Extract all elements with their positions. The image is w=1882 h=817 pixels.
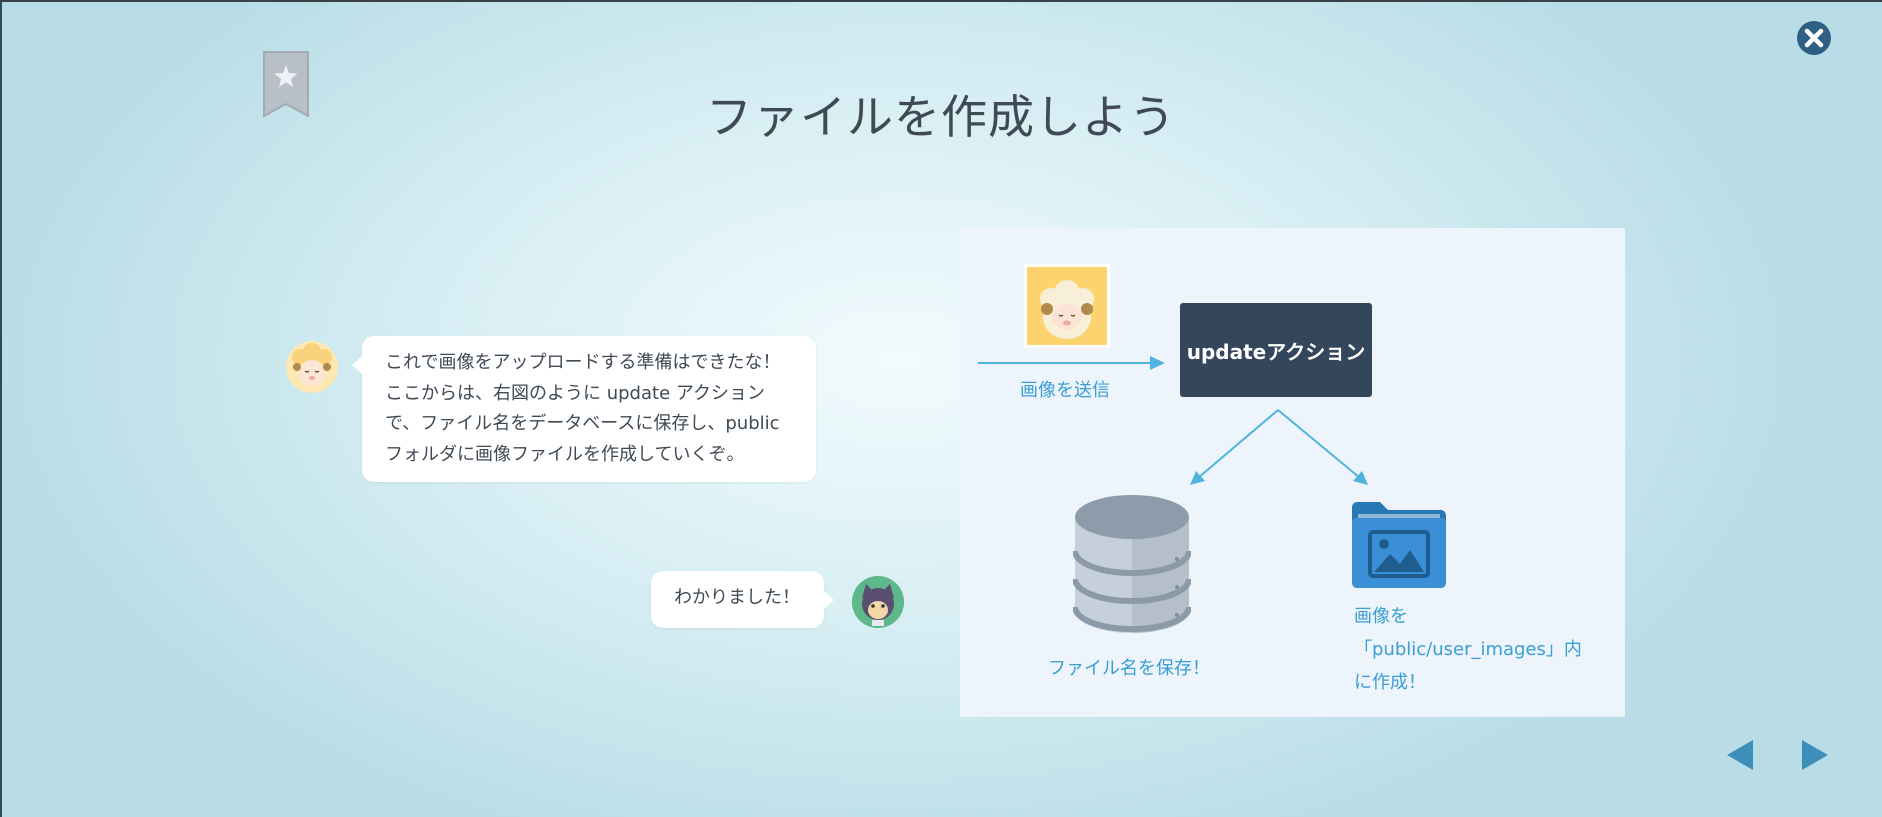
user-reply: わかりました！ <box>674 587 800 608</box>
mentor-message: これで画像をアップロードする準備はできたな！ ここからは、右図のように upda… <box>385 352 781 465</box>
close-icon[interactable] <box>1796 20 1832 56</box>
flow-diagram: 画像を送信 updateアクション ファイル名を保存！ 画像を 「public/… <box>960 228 1625 717</box>
mentor-avatar <box>286 341 338 393</box>
send-image-label: 画像を送信 <box>1020 380 1110 401</box>
update-action-box: updateアクション <box>1180 303 1372 397</box>
image-folder-icon <box>1350 500 1448 590</box>
user-speech-bubble: わかりました！ <box>651 571 834 628</box>
save-filename-label: ファイル名を保存！ <box>1048 658 1210 679</box>
create-image-label: 画像を 「public/user_images」内 に作成！ <box>1354 606 1582 693</box>
next-arrow-icon[interactable] <box>1800 738 1830 772</box>
window-top-border <box>0 0 1882 2</box>
database-icon <box>1073 493 1191 635</box>
uploaded-image-thumbnail <box>1024 264 1110 348</box>
mentor-speech-bubble: これで画像をアップロードする準備はできたな！ ここからは、右図のように upda… <box>352 336 816 482</box>
page-title: ファイルを作成しよう <box>706 89 1176 144</box>
user-avatar <box>852 576 904 628</box>
prev-arrow-icon[interactable] <box>1725 738 1755 772</box>
